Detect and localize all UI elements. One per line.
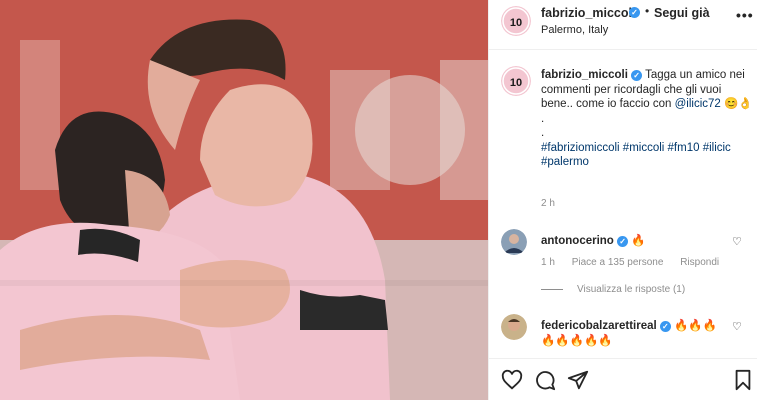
comment-body: 🔥🔥🔥🔥🔥 — [541, 335, 613, 347]
avatar[interactable] — [501, 229, 527, 255]
comment-body: 🔥 — [631, 235, 646, 247]
comment-meta: 1 h Piace a 135 persone Rispondi — [541, 257, 733, 268]
comment-icon[interactable] — [534, 369, 556, 391]
post-photo-illustration — [0, 0, 488, 400]
caption-hashtags[interactable]: #fabriziomiccoli #miccoli #fm10 #ilicic … — [541, 142, 731, 169]
view-replies-button[interactable]: Visualizza le risposte (1) — [541, 284, 685, 295]
comment-username[interactable]: federicobalzarettireal — [541, 320, 657, 332]
post-side-panel: 10 fabrizio_miccoli ✓ • Segui già Palerm… — [488, 0, 757, 400]
caption-timestamp[interactable]: 2 h — [541, 198, 555, 209]
heart-icon[interactable]: ♡ — [732, 235, 742, 248]
more-horizontal-icon[interactable]: ••• — [736, 7, 754, 23]
comment-username[interactable]: antonocerino — [541, 235, 614, 247]
comment-time[interactable]: 1 h — [541, 257, 555, 268]
replies-line — [541, 288, 563, 290]
heart-icon[interactable] — [501, 369, 523, 391]
verified-badge-icon: ✓ — [617, 236, 629, 247]
caption-dot: . — [541, 112, 545, 125]
verified-badge-icon: ✓ — [631, 70, 643, 81]
comment-body: 🔥🔥🔥 — [674, 320, 718, 332]
verified-badge-icon: ✓ — [629, 7, 640, 18]
view-replies-label[interactable]: Visualizza le risposte (1) — [577, 284, 685, 295]
post-header: 10 fabrizio_miccoli ✓ • Segui già Palerm… — [489, 0, 757, 50]
svg-text:10: 10 — [510, 17, 522, 29]
reply-button[interactable]: Rispondi — [680, 257, 719, 268]
follow-button[interactable]: Segui già — [654, 6, 710, 20]
comment-likes[interactable]: Piace a 135 persone — [572, 257, 664, 268]
verified-badge-icon: ✓ — [659, 321, 671, 332]
avatar[interactable]: 10 — [501, 6, 531, 36]
svg-text:10: 10 — [510, 77, 522, 89]
comment-text: federicobalzarettireal ✓ 🔥🔥🔥 🔥🔥🔥🔥🔥 — [541, 319, 731, 349]
separator-dot: • — [645, 4, 650, 18]
caption-dot: . — [541, 127, 545, 139]
bookmark-icon[interactable] — [732, 369, 754, 391]
caption-emoji: 😊👌 — [724, 98, 753, 110]
post-username[interactable]: fabrizio_miccoli — [541, 6, 635, 20]
avatar[interactable] — [501, 314, 527, 340]
post-location[interactable]: Palermo, Italy — [541, 24, 608, 36]
comment-text: antonocerino ✓ 🔥 — [541, 234, 731, 249]
action-bar — [489, 358, 757, 400]
caption-mention[interactable]: @ilicic72 — [675, 98, 721, 110]
caption-username[interactable]: fabrizio_miccoli — [541, 69, 628, 81]
heart-icon[interactable]: ♡ — [732, 320, 742, 333]
avatar[interactable]: 10 — [501, 66, 531, 96]
post-photo[interactable] — [0, 0, 488, 400]
caption-body: fabrizio_miccoli ✓ Tagga un amico nei co… — [541, 68, 755, 170]
share-icon[interactable] — [567, 369, 589, 391]
